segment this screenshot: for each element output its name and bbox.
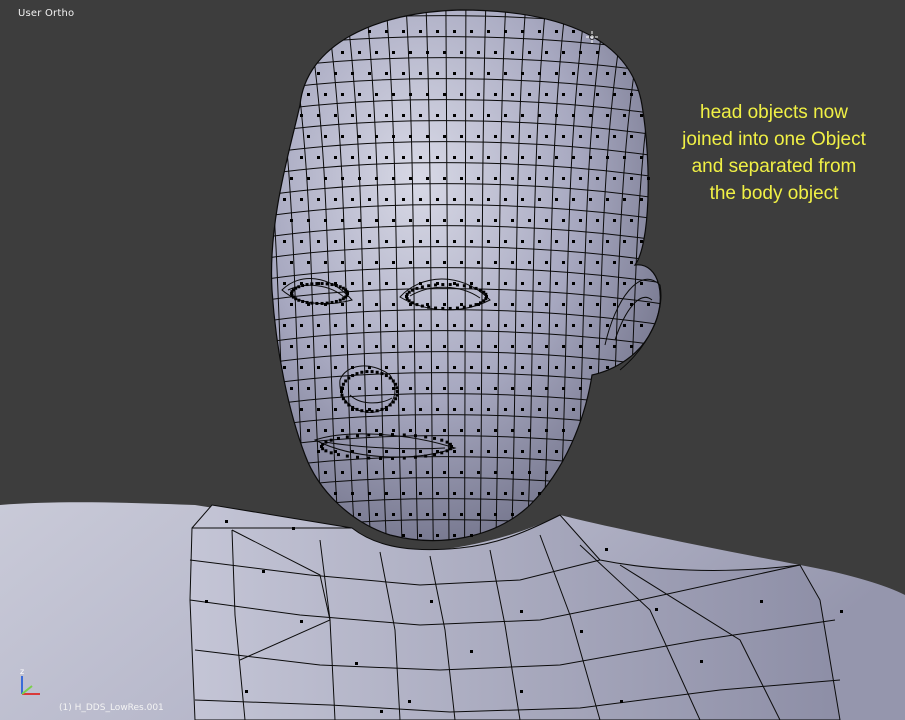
annotation-line: joined into one Object	[682, 129, 866, 150]
axis-gizmo-icon: z	[20, 668, 40, 695]
axis-label: z	[20, 668, 24, 676]
annotation-line: the body object	[709, 183, 839, 204]
annotation-text: head objects now joined into one Object …	[658, 99, 890, 207]
head-mesh[interactable]	[245, 0, 670, 560]
view-label: User Ortho	[18, 8, 75, 19]
annotation-line: head objects now	[700, 102, 848, 123]
annotation-line: and separated from	[691, 156, 857, 177]
3d-cursor-icon[interactable]	[586, 31, 598, 43]
3d-viewport[interactable]: User Ortho head objects now joined into …	[0, 0, 905, 720]
neck-mesh[interactable]	[189, 504, 841, 720]
object-name: (1) H_DDS_LowRes.001	[59, 703, 164, 713]
